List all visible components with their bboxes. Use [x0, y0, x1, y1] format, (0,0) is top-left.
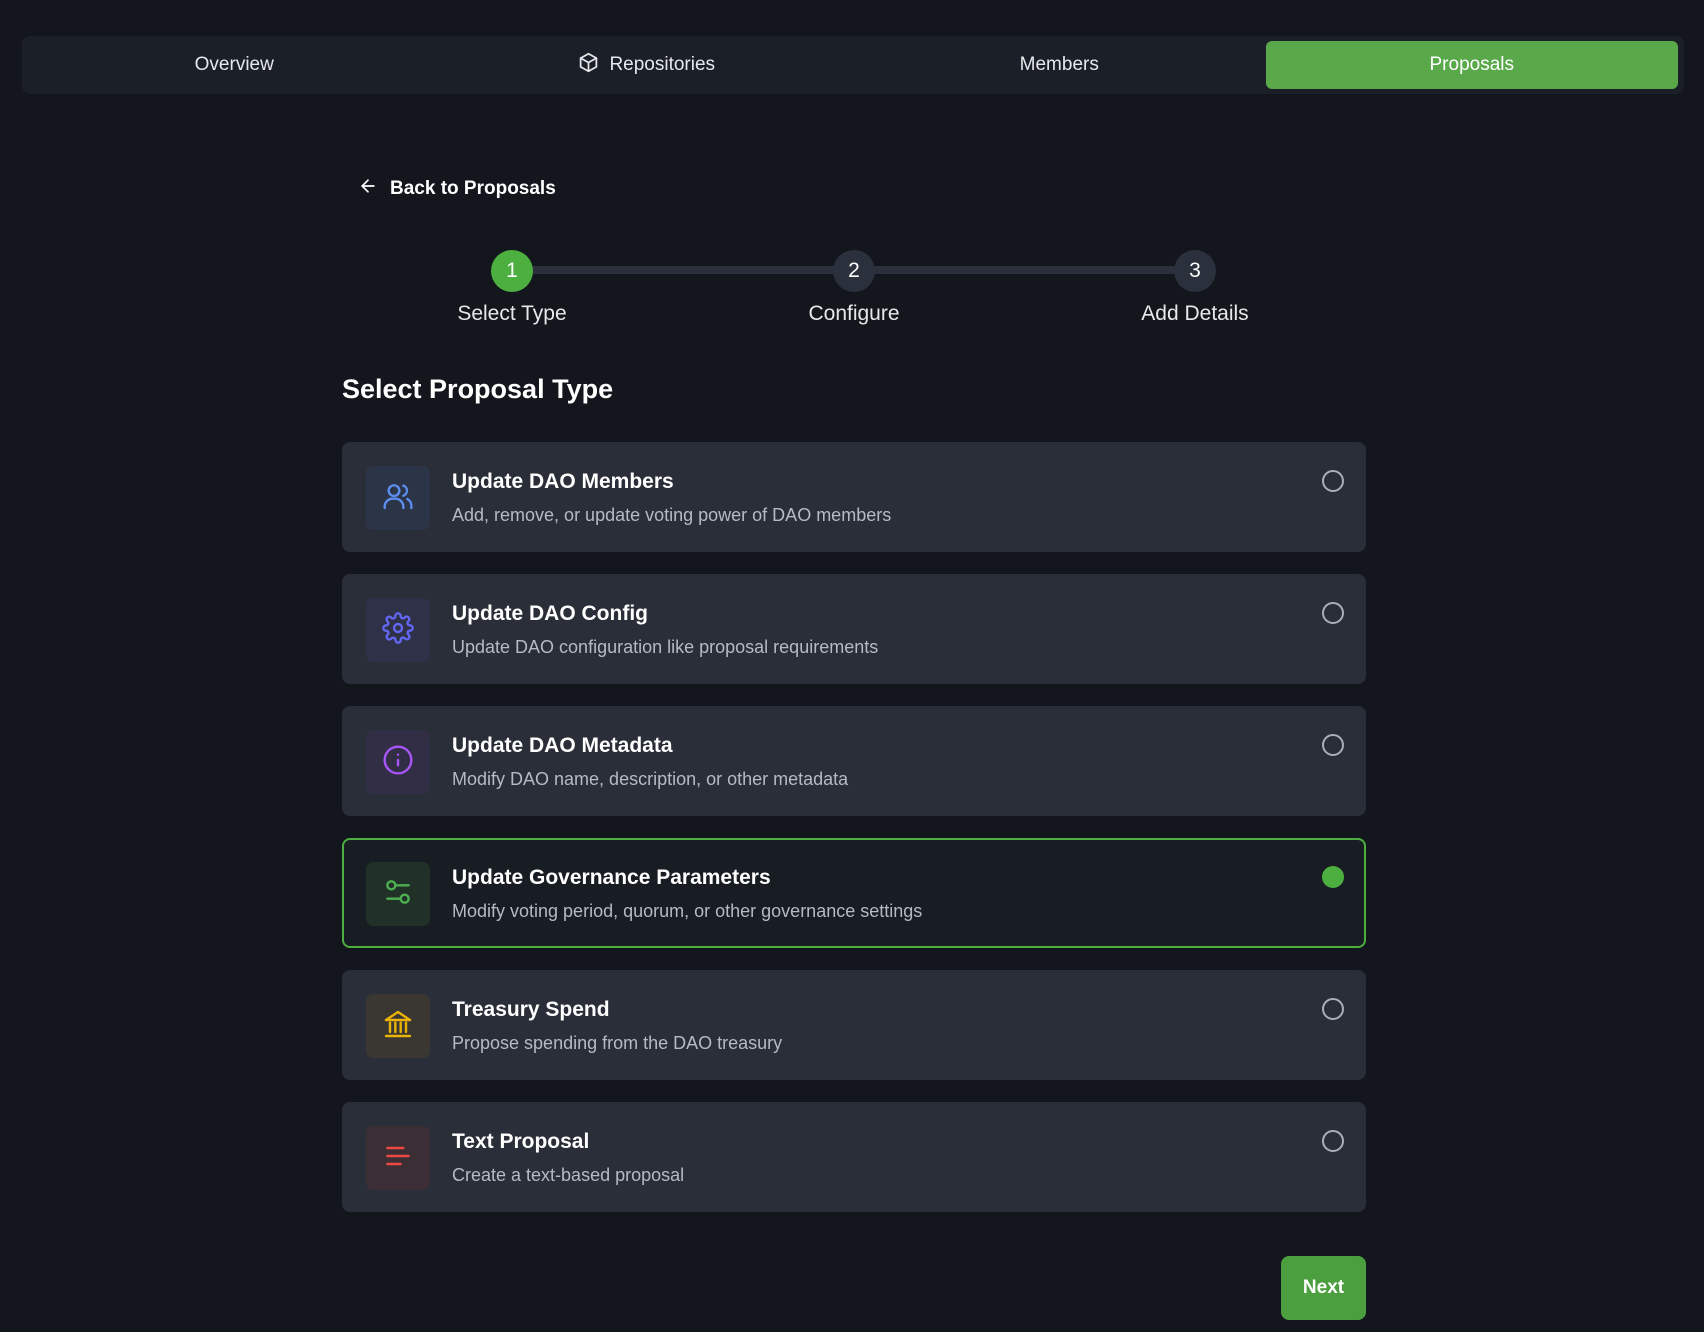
option-title: Update DAO Config	[452, 602, 648, 625]
option-icon-box	[366, 1126, 430, 1190]
back-to-proposals-link[interactable]: Back to Proposals	[358, 176, 556, 202]
step-label: Configure	[808, 302, 900, 325]
step-number: 3	[1174, 250, 1216, 292]
text-lines-icon	[382, 1140, 414, 1177]
option-description: Create a text-based proposal	[452, 1165, 685, 1185]
step-label: Add Details	[1141, 302, 1249, 325]
option-title: Update DAO Metadata	[452, 734, 673, 757]
option-title: Update Governance Parameters	[452, 866, 771, 889]
option-update-dao-members[interactable]: Update DAO Members Add, remove, or updat…	[342, 442, 1366, 552]
tab-proposals[interactable]: Proposals	[1265, 41, 1678, 89]
package-icon	[578, 52, 599, 79]
option-radio[interactable]	[1322, 998, 1344, 1020]
top-tab-bar: Overview Repositories Members Proposals	[22, 36, 1684, 94]
option-icon-box	[366, 598, 430, 662]
option-icon-box	[366, 994, 430, 1058]
option-description: Modify DAO name, description, or other m…	[452, 769, 849, 789]
option-treasury-spend[interactable]: Treasury Spend Propose spending from the…	[342, 970, 1366, 1080]
gear-icon	[382, 611, 414, 649]
option-icon-box	[366, 730, 430, 794]
option-text-proposal[interactable]: Text Proposal Create a text-based propos…	[342, 1102, 1366, 1212]
option-radio[interactable]	[1322, 602, 1344, 624]
option-radio[interactable]	[1322, 734, 1344, 756]
option-description: Add, remove, or update voting power of D…	[452, 505, 892, 525]
info-icon	[382, 744, 414, 781]
option-description: Modify voting period, quorum, or other g…	[452, 901, 923, 921]
tab-overview[interactable]: Overview	[28, 41, 441, 89]
option-icon-box	[366, 466, 430, 530]
sliders-icon	[382, 876, 414, 913]
option-update-dao-metadata[interactable]: Update DAO Metadata Modify DAO name, des…	[342, 706, 1366, 816]
option-title: Update DAO Members	[452, 470, 674, 493]
step-add-details: 3 Add Details	[1095, 250, 1295, 326]
step-number: 2	[833, 250, 875, 292]
option-update-governance-parameters[interactable]: Update Governance Parameters Modify voti…	[342, 838, 1366, 948]
tab-label: Overview	[194, 54, 274, 75]
option-description: Propose spending from the DAO treasury	[452, 1033, 783, 1053]
option-description: Update DAO configuration like proposal r…	[452, 637, 879, 657]
progress-stepper: 1 Select Type 2 Configure 3 Add Details	[342, 250, 1366, 330]
option-title: Text Proposal	[452, 1130, 590, 1153]
bank-icon	[382, 1008, 414, 1045]
tab-label: Members	[1019, 54, 1099, 75]
step-select-type: 1 Select Type	[412, 250, 612, 326]
users-icon	[382, 480, 414, 517]
option-radio-selected[interactable]	[1322, 866, 1344, 888]
arrow-left-icon	[358, 176, 378, 202]
tab-label: Proposals	[1429, 54, 1515, 75]
option-update-dao-config[interactable]: Update DAO Config Update DAO configurati…	[342, 574, 1366, 684]
proposal-type-list: Update DAO Members Add, remove, or updat…	[342, 442, 1366, 1234]
tab-label: Repositories	[609, 54, 716, 75]
section-title: Select Proposal Type	[342, 374, 614, 404]
step-number: 1	[491, 250, 533, 292]
step-configure: 2 Configure	[754, 250, 954, 326]
tab-repositories[interactable]: Repositories	[441, 41, 854, 89]
step-label: Select Type	[457, 302, 567, 325]
option-title: Treasury Spend	[452, 998, 610, 1021]
option-radio[interactable]	[1322, 470, 1344, 492]
option-icon-box	[366, 862, 430, 926]
option-radio[interactable]	[1322, 1130, 1344, 1152]
tab-members[interactable]: Members	[853, 41, 1266, 89]
next-button[interactable]: Next	[1281, 1256, 1366, 1320]
back-link-label: Back to Proposals	[390, 178, 556, 199]
